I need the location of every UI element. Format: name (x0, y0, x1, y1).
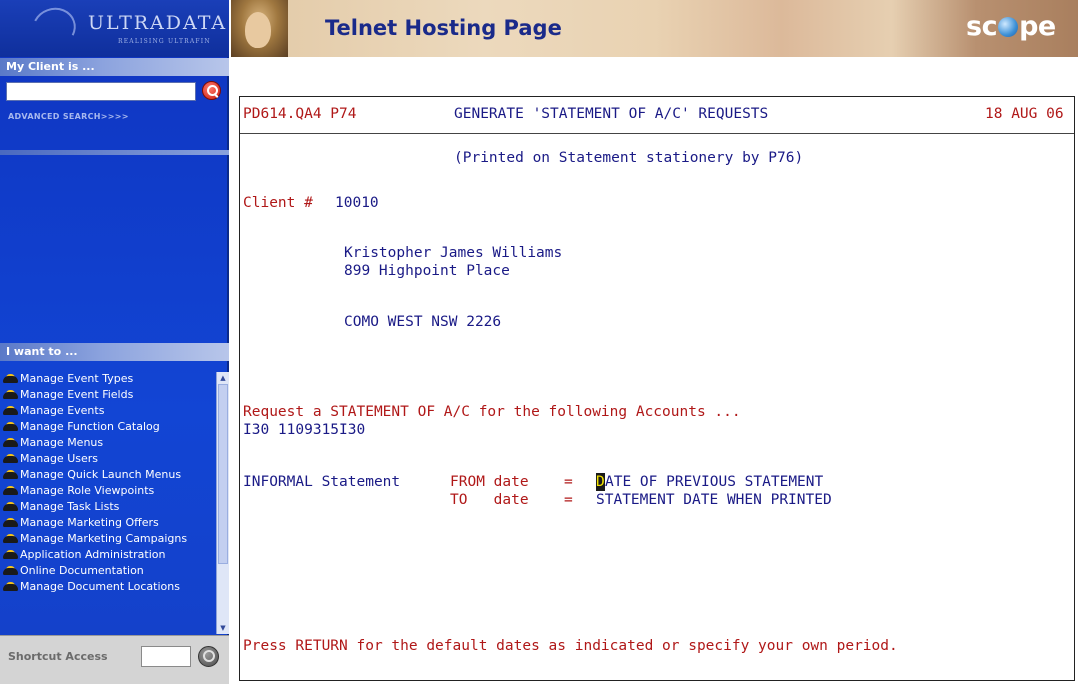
menu-item[interactable]: Manage Event Types (0, 372, 216, 388)
address-line: 899 Highpoint Place (344, 263, 510, 279)
to-equals: = (564, 492, 573, 508)
shortcut-access-input[interactable] (141, 646, 191, 667)
text-cursor: D (596, 473, 605, 491)
address-line: Kristopher James Williams (344, 245, 563, 261)
menu-item-label: Manage Event Types (20, 372, 134, 385)
want-section-header: I want to ... (0, 343, 229, 361)
sidebar-divider (0, 150, 229, 155)
menu-item[interactable]: Application Administration (0, 548, 216, 564)
logo-swoosh-icon (26, 1, 82, 55)
program-id: PD614.QA4 P74 (243, 106, 357, 122)
menu-item-label: Manage Marketing Campaigns (20, 532, 188, 545)
client-number: 10010 (335, 195, 379, 211)
car-icon (3, 422, 19, 432)
advanced-search-link[interactable]: ADVANCED SEARCH>>>> (8, 112, 129, 121)
menu-item-label: Manage Quick Launch Menus (20, 468, 182, 481)
telnet-terminal[interactable]: PD614.QA4 P74 GENERATE 'STATEMENT OF A/C… (239, 96, 1075, 681)
car-icon (3, 550, 19, 560)
menu-item-label: Manage Role Viewpoints (20, 484, 155, 497)
scroll-down-icon[interactable]: ▼ (218, 623, 228, 633)
menu-item[interactable]: Manage Task Lists (0, 500, 216, 516)
statement-type: INFORMAL Statement (243, 474, 401, 490)
menu-item[interactable]: Online Documentation (0, 564, 216, 580)
menu-item[interactable]: Manage Function Catalog (0, 420, 216, 436)
ultradata-logo[interactable]: ULTRADATA REALISING ULTRAFIN (0, 0, 229, 57)
menu-item-label: Manage Document Locations (20, 580, 180, 593)
menu-item[interactable]: Manage Marketing Offers (0, 516, 216, 532)
menu-item[interactable]: Manage Document Locations (0, 580, 216, 596)
page-title: Telnet Hosting Page (325, 16, 562, 40)
shortcut-access-bar: Shortcut Access (0, 635, 229, 684)
scroll-up-icon[interactable]: ▲ (218, 373, 228, 383)
car-icon (3, 470, 19, 480)
from-date-label: FROM date (450, 474, 529, 490)
car-icon (3, 582, 19, 592)
from-date-field[interactable]: DATE OF PREVIOUS STATEMENT (596, 473, 823, 491)
menu-item-label: Manage Events (20, 404, 105, 417)
action-menu-list: Manage Event Types Manage Event Fields Man… (0, 372, 216, 634)
car-icon (3, 486, 19, 496)
car-icon (3, 406, 19, 416)
car-icon (3, 534, 19, 544)
shortcut-access-label: Shortcut Access (8, 650, 108, 663)
address-line: COMO WEST NSW 2226 (344, 314, 502, 330)
request-text: Request a STATEMENT OF A/C for the follo… (243, 404, 741, 420)
client-section-header: My Client is ... (0, 58, 229, 76)
from-date-value: ATE OF PREVIOUS STATEMENT (605, 474, 824, 490)
menu-item-label: Manage Function Catalog (20, 420, 160, 433)
car-icon (3, 374, 19, 384)
car-icon (3, 518, 19, 528)
client-label: Client # (243, 195, 313, 211)
car-icon (3, 454, 19, 464)
shortcut-search-icon[interactable] (198, 646, 219, 667)
person-photo (231, 0, 288, 57)
menu-item[interactable]: Manage Menus (0, 436, 216, 452)
account-number: I30 1109315I30 (243, 422, 366, 438)
car-icon (3, 566, 19, 576)
menu-item-label: Manage Task Lists (20, 500, 120, 513)
menu-item[interactable]: Manage Role Viewpoints (0, 484, 216, 500)
sidebar: ULTRADATA REALISING ULTRAFIN My Client i… (0, 0, 229, 684)
car-icon (3, 502, 19, 512)
menu-item[interactable]: Manage Events (0, 404, 216, 420)
menu-scrollbar[interactable]: ▲ ▼ (216, 372, 229, 634)
car-icon (3, 390, 19, 400)
menu-item-label: Manage Marketing Offers (20, 516, 159, 529)
menu-item[interactable]: Manage Users (0, 452, 216, 468)
to-date-field[interactable]: STATEMENT DATE WHEN PRINTED (596, 491, 832, 509)
car-icon (3, 438, 19, 448)
scope-logo: sc pe (966, 11, 1066, 45)
search-icon[interactable] (202, 81, 221, 100)
menu-item-label: Online Documentation (20, 564, 144, 577)
menu-item-label: Application Administration (20, 548, 166, 561)
menu-item-label: Manage Users (20, 452, 98, 465)
logo-name: ULTRADATA (88, 12, 228, 34)
screen-date: 18 AUG 06 (985, 106, 1064, 122)
from-equals: = (564, 474, 573, 490)
menu-item[interactable]: Manage Event Fields (0, 388, 216, 404)
header-banner: Telnet Hosting Page sc pe (231, 0, 1078, 57)
footer-prompt: Press RETURN for the default dates as in… (243, 638, 898, 654)
menu-item-label: Manage Event Fields (20, 388, 134, 401)
scope-logo-right: pe (1019, 11, 1056, 42)
to-date-label: TO date (450, 492, 529, 508)
scroll-thumb[interactable] (218, 384, 228, 564)
menu-item[interactable]: Manage Quick Launch Menus (0, 468, 216, 484)
scope-logo-left: sc (966, 11, 998, 42)
header-rule (240, 133, 1074, 134)
logo-tagline: REALISING ULTRAFIN (118, 38, 211, 45)
printed-note: (Printed on Statement stationery by P76) (454, 150, 804, 166)
menu-item-label: Manage Menus (20, 436, 104, 449)
globe-icon (998, 17, 1019, 37)
screen-title: GENERATE 'STATEMENT OF A/C' REQUESTS (454, 106, 769, 122)
menu-item[interactable]: Manage Marketing Campaigns (0, 532, 216, 548)
client-search-input[interactable] (6, 82, 196, 101)
